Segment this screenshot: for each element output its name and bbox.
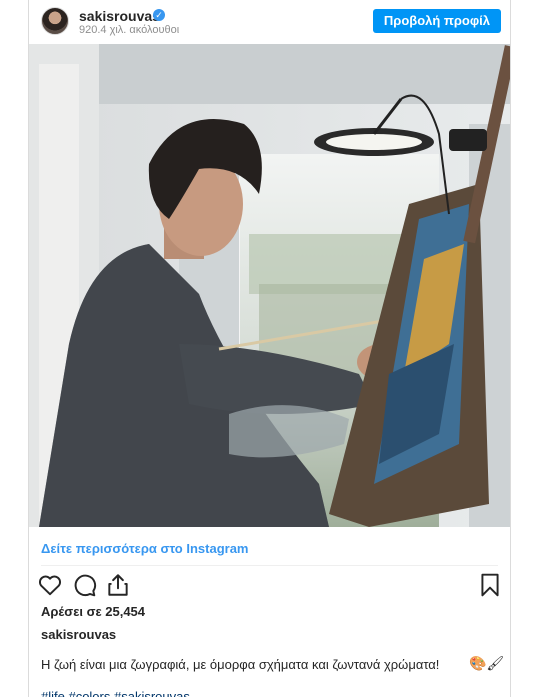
divider [41,565,498,566]
view-more-on-instagram-link[interactable]: Δείτε περισσότερα στο Instagram [41,541,249,556]
post-header: sakisrouvas ✓ 920.4 χιλ. ακόλουθοι Προβο… [29,0,510,44]
caption-text: Η ζωή είναι μια ζωγραφιά, με όμορφα σχήμ… [41,657,440,672]
like-count[interactable]: Αρέσει σε 25,454 [41,604,145,619]
comment-icon[interactable] [71,572,97,598]
follower-count: 920.4 χιλ. ακόλουθοι [79,24,180,36]
username[interactable]: sakisrouvas [79,8,160,24]
avatar[interactable] [41,7,69,35]
painting-artist-photo [29,44,510,527]
bookmark-icon[interactable] [477,572,503,598]
heart-icon[interactable] [37,572,63,598]
caption-author[interactable]: sakisrouvas [41,627,116,642]
share-icon[interactable] [105,572,131,598]
post-image[interactable] [29,44,510,527]
palette-brush-emoji: 🎨🖌 [469,655,505,671]
instagram-embed: sakisrouvas ✓ 920.4 χιλ. ακόλουθοι Προβο… [28,0,511,697]
verified-icon: ✓ [153,9,165,21]
hashtag-links[interactable]: #life #colors #sakisrouvas [41,689,190,697]
view-profile-button[interactable]: Προβολή προφίλ [372,9,501,33]
